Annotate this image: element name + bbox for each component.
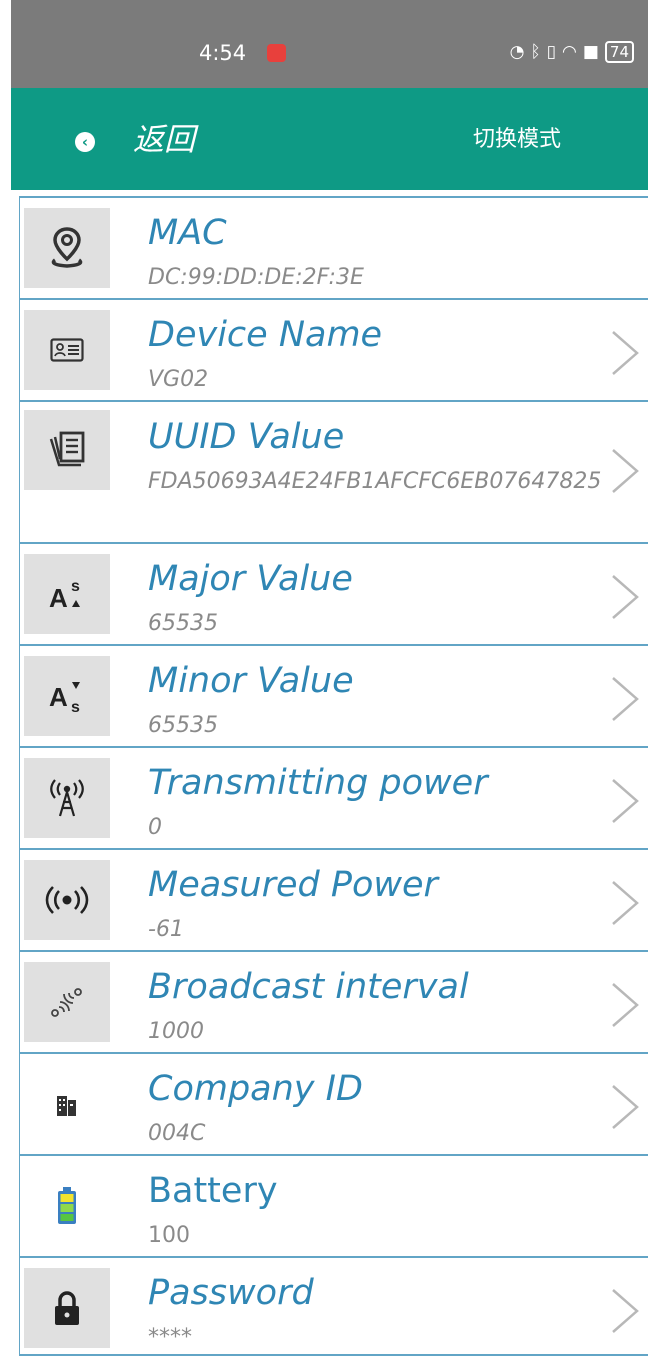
svg-text:A: A: [49, 583, 68, 611]
battery-icon: [24, 1166, 110, 1246]
list-item-uuid[interactable]: UUID Value FDA50693A4E24FB1AFCFC6EB07647…: [19, 402, 648, 544]
list-item-battery: Battery 100: [19, 1156, 648, 1258]
item-value: FDA50693A4E24FB1AFCFC6EB07647825: [148, 469, 602, 494]
item-value: 65535: [148, 611, 218, 636]
status-icons: ◔ ᛒ ▯ ◠ ■ 74: [510, 41, 634, 63]
id-card-icon: [24, 310, 110, 390]
list-item-measured-power[interactable]: Measured Power -61: [19, 850, 648, 952]
item-title: Battery: [148, 1171, 278, 1211]
switch-mode-button[interactable]: 切换模式: [473, 126, 561, 154]
item-value: 1000: [148, 1019, 204, 1044]
item-title: Transmitting power: [148, 763, 488, 803]
chevron-right-icon: [612, 449, 639, 493]
font-size-up-icon: As: [24, 554, 110, 634]
item-title: MAC: [148, 213, 227, 253]
bluetooth-icon: ᛒ: [530, 42, 541, 62]
list-item-transmitting-power[interactable]: Transmitting power 0: [19, 748, 648, 850]
list-item-password[interactable]: Password ****: [19, 1258, 648, 1356]
item-value: DC:99:DD:DE:2F:3E: [148, 265, 364, 290]
chevron-right-icon: [612, 881, 639, 925]
signal-broadcast-icon: [24, 860, 110, 940]
chevron-right-icon: [612, 1289, 639, 1333]
wireless-waves-icon: [24, 962, 110, 1042]
item-title: Major Value: [148, 559, 353, 599]
item-title: UUID Value: [148, 417, 345, 457]
data-speed-icon: ◔: [509, 42, 525, 62]
item-title: Minor Value: [148, 661, 354, 701]
lock-icon: [24, 1268, 110, 1348]
item-value: 004C: [148, 1121, 206, 1146]
back-button[interactable]: 返回: [133, 120, 195, 160]
document-stack-icon: [24, 410, 110, 490]
svg-text:s: s: [71, 699, 80, 714]
list-item-mac: MAC DC:99:DD:DE:2F:3E: [19, 198, 648, 300]
chevron-right-icon: [612, 331, 639, 375]
status-bar: 4:54 ◔ ᛒ ▯ ◠ ■ 74: [11, 0, 648, 88]
app-header: ‹ 返回 切换模式: [11, 88, 648, 190]
svg-text:A: A: [49, 682, 68, 712]
location-pin-icon: [24, 208, 110, 288]
notification-icon: [267, 44, 286, 62]
item-value: ****: [148, 1325, 192, 1350]
chevron-right-icon: [612, 677, 639, 721]
building-icon: [24, 1064, 110, 1144]
chevron-right-icon: [612, 779, 639, 823]
back-icon[interactable]: ‹: [75, 132, 95, 152]
list-item-broadcast-interval[interactable]: Broadcast interval 1000: [19, 952, 648, 1054]
battery-status-icon: 74: [604, 41, 634, 63]
svg-text:s: s: [71, 578, 80, 595]
font-size-down-icon: As: [24, 656, 110, 736]
item-value: 0: [148, 815, 162, 840]
item-value: -61: [148, 917, 184, 942]
list-item-device-name[interactable]: Device Name VG02: [19, 300, 648, 402]
item-value: 100: [148, 1223, 190, 1248]
wifi-icon: ◠: [562, 42, 577, 62]
list-item-major-value[interactable]: As Major Value 65535: [19, 544, 648, 646]
item-title: Device Name: [148, 315, 383, 355]
item-value: VG02: [148, 367, 209, 392]
item-title: Company ID: [148, 1069, 363, 1109]
alert-icon: ■: [582, 42, 599, 62]
chevron-right-icon: [612, 983, 639, 1027]
item-title: Password: [148, 1273, 314, 1313]
item-title: Measured Power: [148, 865, 438, 905]
item-title: Broadcast interval: [148, 967, 469, 1007]
status-time: 4:54: [199, 41, 247, 65]
antenna-tower-icon: [24, 758, 110, 838]
list-item-company-id[interactable]: Company ID 004C: [19, 1054, 648, 1156]
item-value: 65535: [148, 713, 218, 738]
settings-list: MAC DC:99:DD:DE:2F:3E Device Name VG02 U…: [19, 196, 648, 1356]
vibrate-icon: ▯: [546, 42, 556, 62]
chevron-right-icon: [612, 1085, 639, 1129]
list-item-minor-value[interactable]: As Minor Value 65535: [19, 646, 648, 748]
chevron-right-icon: [612, 575, 639, 619]
